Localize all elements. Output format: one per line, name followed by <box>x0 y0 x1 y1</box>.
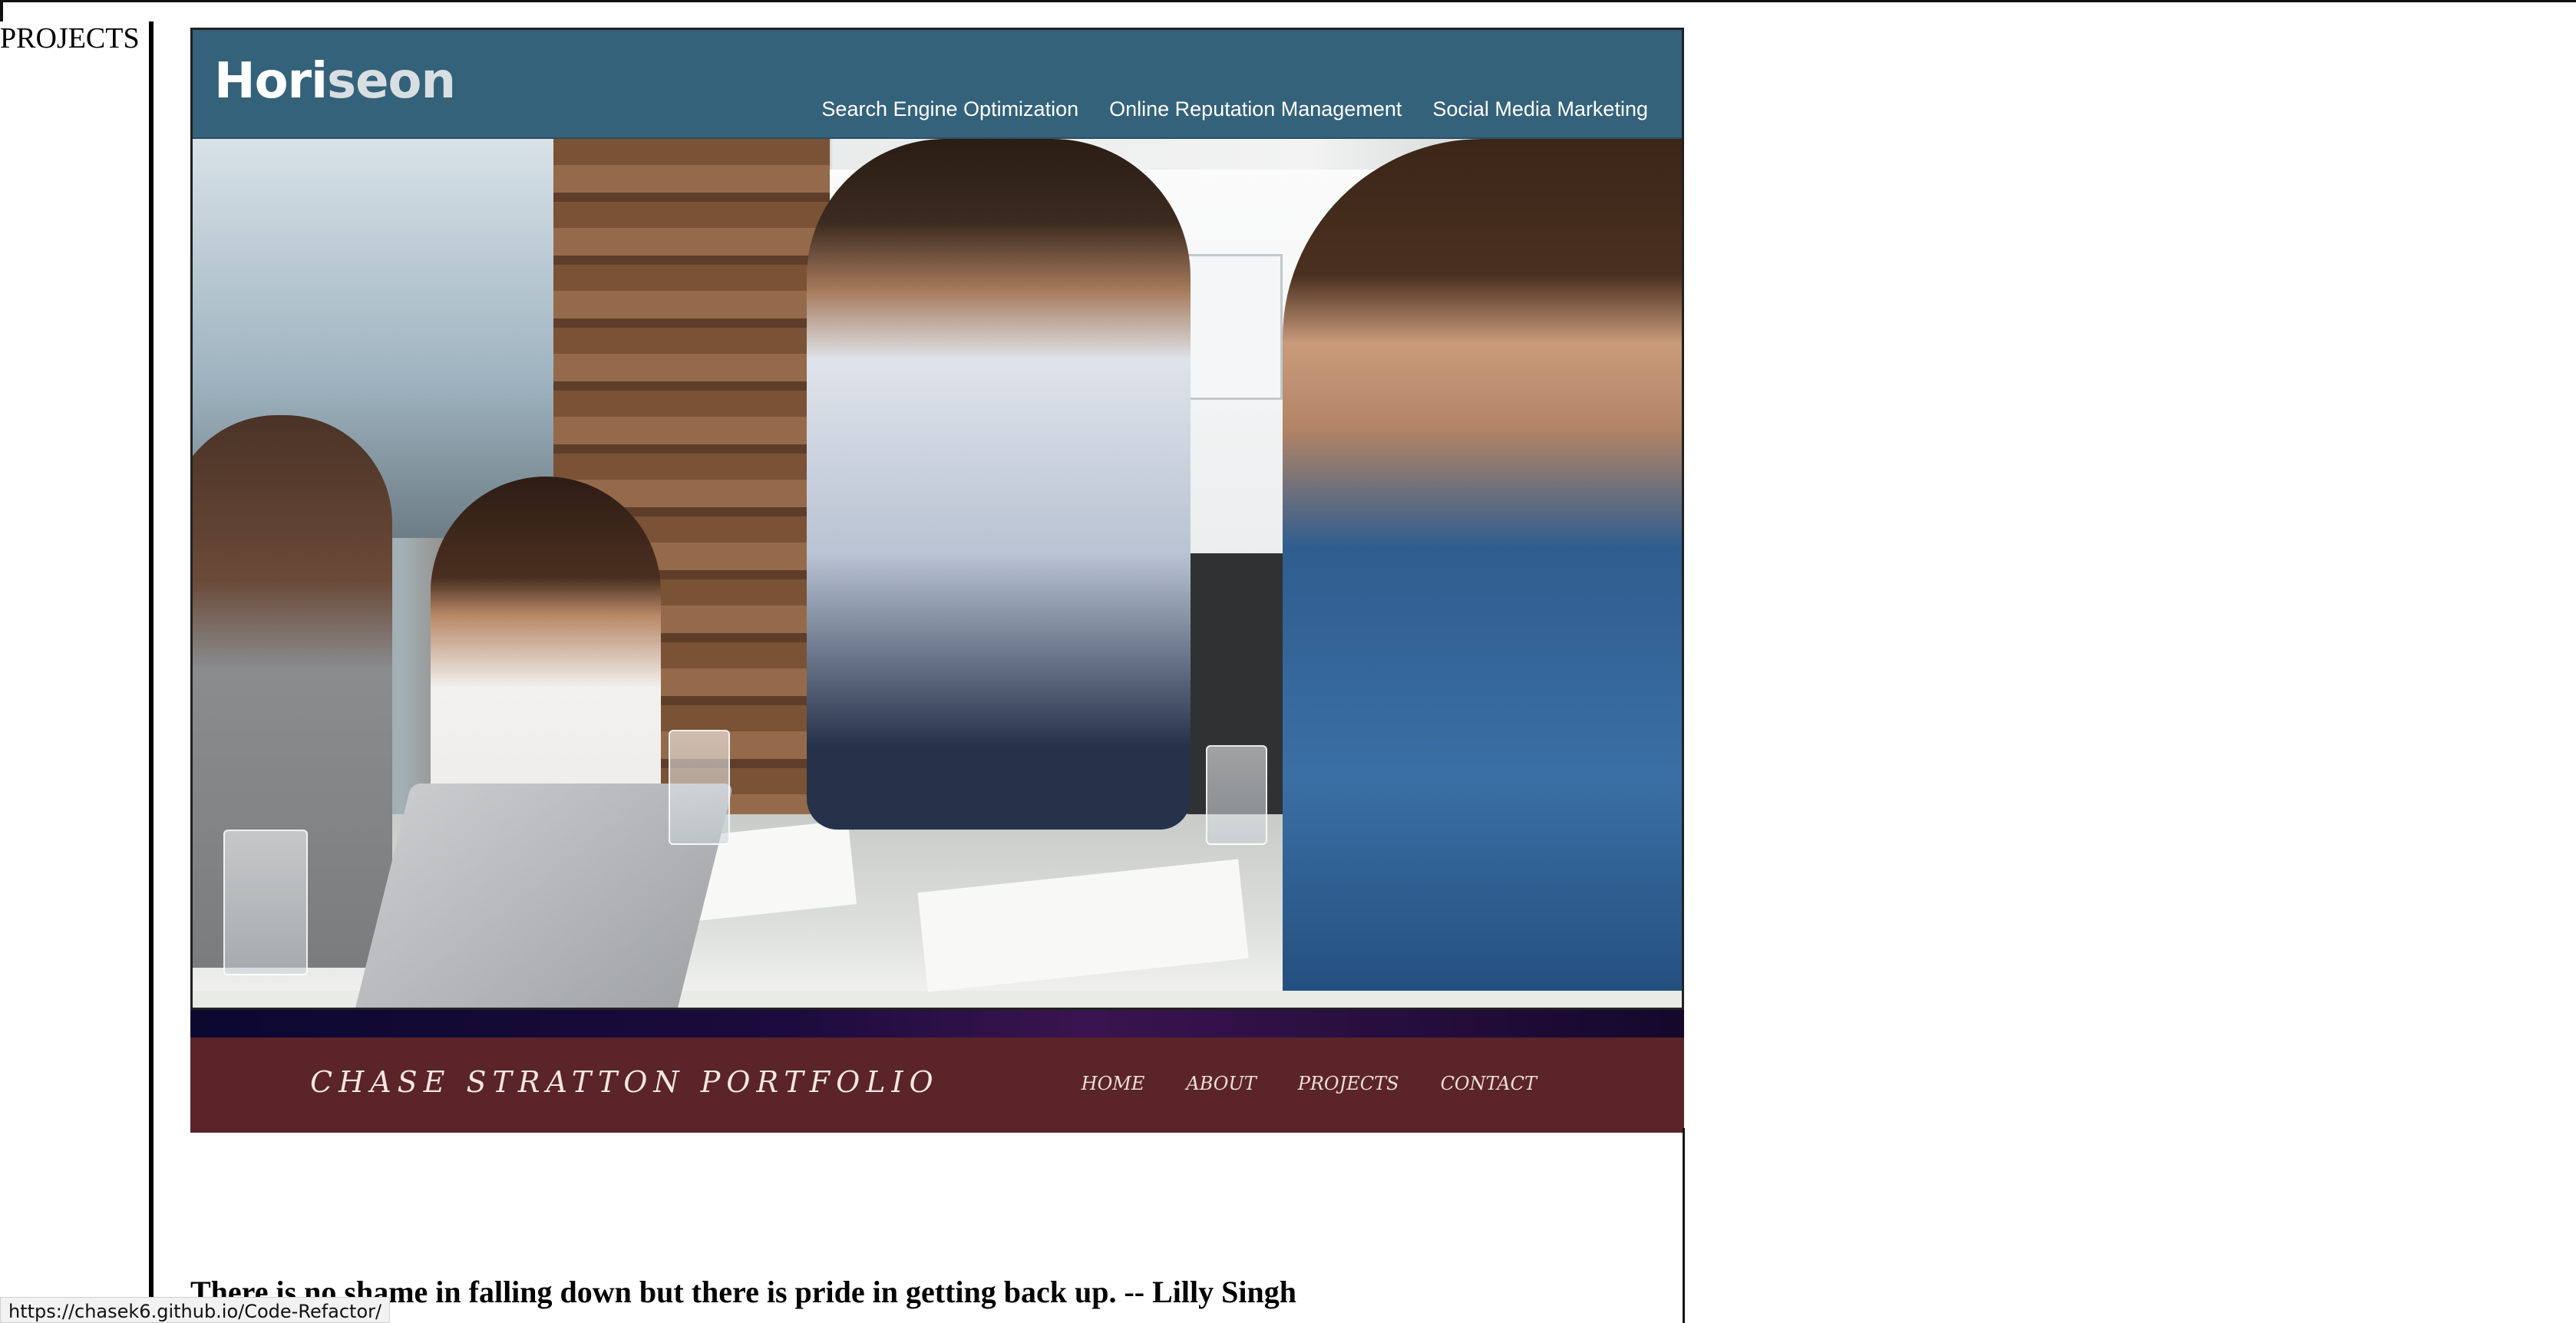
logo-text-main: Hori <box>214 53 328 110</box>
photo-glass <box>1206 745 1267 845</box>
photo-person-standing <box>807 139 1191 830</box>
logo-text-accent: seon <box>327 53 456 110</box>
project-screenshot[interactable]: Horiseon Search Engine Optimization Onli… <box>190 28 1684 1010</box>
photo-glass <box>669 730 730 845</box>
content-divider <box>1683 1128 1685 1323</box>
hero-photo-team-meeting <box>193 139 1682 1008</box>
nav-link-reputation[interactable]: Online Reputation Management <box>1109 97 1402 121</box>
portfolio-hero-strip <box>190 1010 1684 1038</box>
horiseon-header: Horiseon Search Engine Optimization Onli… <box>193 30 1682 139</box>
portfolio-title: CHASE STRATTON PORTFOLIO <box>310 1065 940 1099</box>
nav-link-social[interactable]: Social Media Marketing <box>1432 97 1648 121</box>
nav-link-about[interactable]: ABOUT <box>1186 1073 1256 1094</box>
horiseon-logo: Horiseon <box>214 53 456 110</box>
photo-glass <box>223 830 308 975</box>
sidebar-label-projects: PROJECTS <box>0 22 140 54</box>
nav-link-contact[interactable]: CONTACT <box>1441 1073 1537 1094</box>
status-bar-url: https://chasek6.github.io/Code-Refactor/ <box>0 1297 391 1323</box>
portfolio-header: CHASE STRATTON PORTFOLIO HOME ABOUT PROJ… <box>190 1038 1684 1133</box>
horiseon-nav: Search Engine Optimization Online Reputa… <box>821 97 1648 121</box>
text-cursor <box>0 0 3 21</box>
sidebar-divider <box>149 21 154 1323</box>
top-border <box>0 0 2576 2</box>
nav-link-seo[interactable]: Search Engine Optimization <box>821 97 1078 121</box>
portfolio-nav: HOME ABOUT PROJECTS CONTACT <box>1082 1073 1537 1094</box>
nav-link-home[interactable]: HOME <box>1082 1073 1145 1094</box>
nav-link-projects[interactable]: PROJECTS <box>1298 1073 1399 1094</box>
photo-person-denim <box>1283 139 1682 991</box>
